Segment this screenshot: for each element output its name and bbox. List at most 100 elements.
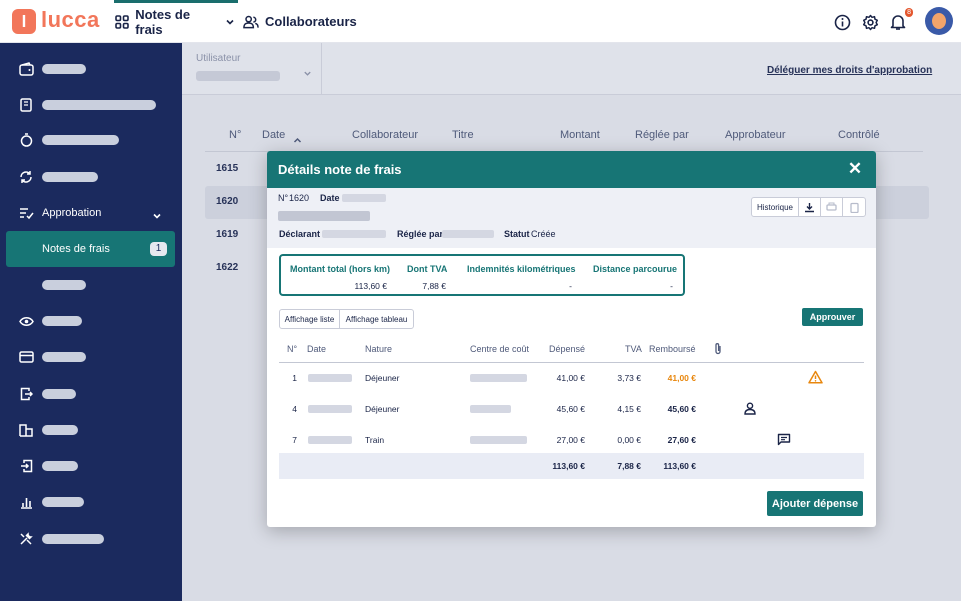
sidebar-placeholder: [42, 64, 86, 74]
sidebar-placeholder: [42, 280, 86, 290]
col-spent: Dépensé: [549, 344, 586, 354]
eye-icon: [18, 313, 34, 329]
sidebar-item-expense-notes[interactable]: Notes de frais 1: [6, 231, 175, 267]
sidebar-placeholder: [42, 100, 156, 110]
receipt-icon: [18, 97, 34, 113]
sidebar-placeholder: [42, 497, 84, 507]
expense-info-panel: N° 1620 Date Déclarant Réglée par Statut…: [267, 188, 876, 248]
notification-bell-icon[interactable]: 8: [887, 8, 913, 35]
user-filter-select[interactable]: [196, 71, 280, 81]
timer-icon: [18, 132, 34, 148]
declarant-label: Déclarant: [279, 229, 321, 239]
status-label: Statut: [504, 229, 530, 239]
download-icon[interactable]: [799, 198, 821, 216]
credit-card-icon: [18, 349, 34, 365]
date-placeholder: [342, 194, 386, 202]
clipboard-icon: [843, 198, 865, 216]
info-icon[interactable]: [831, 9, 853, 35]
sidebar-item-10[interactable]: [0, 453, 182, 479]
nav-employees[interactable]: Collaborateurs: [243, 0, 357, 43]
history-button[interactable]: Historique: [752, 198, 799, 216]
row-number: 7: [292, 435, 297, 445]
lucca-logo-icon[interactable]: l: [12, 9, 36, 34]
row-spent: 27,00 €: [556, 435, 585, 445]
sidebar-placeholder: [42, 352, 86, 362]
list-col-paid-by[interactable]: Réglée par: [635, 129, 689, 141]
sidebar-item-approval[interactable]: Approbation: [0, 200, 182, 226]
chevron-down-icon: [152, 208, 162, 226]
sidebar-item-7[interactable]: [0, 344, 182, 370]
col-date: Date: [307, 344, 327, 354]
sidebar-item-1[interactable]: [0, 56, 182, 82]
list-row-number[interactable]: 1615: [216, 163, 238, 174]
sidebar-item-approval-label: Approbation: [42, 207, 102, 219]
row-date-placeholder: [308, 436, 352, 444]
list-row-number[interactable]: 1620: [216, 196, 238, 207]
title-placeholder: [278, 211, 370, 221]
chevron-down-icon: [223, 14, 238, 30]
list-row-number[interactable]: 1622: [216, 262, 238, 273]
distance-value: -: [670, 281, 673, 291]
person-icon[interactable]: [744, 402, 756, 420]
sidebar-item-8[interactable]: [0, 381, 182, 407]
row-reimbursed: 27,60 €: [667, 435, 696, 445]
export-icon: [18, 386, 34, 402]
col-nature: Nature: [365, 344, 393, 354]
row-nature: Déjeuner: [365, 373, 400, 383]
list-col-amount[interactable]: Montant: [560, 129, 600, 141]
settings-gear-icon[interactable]: [859, 9, 881, 35]
sidebar-item-3[interactable]: [0, 127, 182, 153]
list-col-checked[interactable]: Contrôlé: [838, 129, 880, 141]
total-reimbursed: 113,60 €: [663, 461, 696, 471]
expense-number-value: 1620: [289, 193, 310, 203]
lucca-logo-text[interactable]: lucca: [41, 7, 100, 33]
row-vat: 3,73 €: [617, 373, 641, 383]
chevron-down-icon[interactable]: [303, 65, 312, 83]
header-actions: Historique: [751, 197, 866, 217]
list-col-date[interactable]: Date: [262, 129, 285, 141]
nav-expenses[interactable]: Notes de frais: [114, 0, 238, 43]
sidebar-placeholder: [42, 389, 76, 399]
user-filter-label: Utilisateur: [196, 53, 241, 64]
sort-up-icon[interactable]: [293, 131, 302, 149]
approve-button[interactable]: Approuver: [802, 308, 863, 326]
sidebar-item-6[interactable]: [0, 308, 182, 334]
view-toggle: Affichage liste Affichage tableau: [279, 309, 414, 329]
distance-label: Distance parcourue: [593, 264, 678, 274]
row-spent: 41,00 €: [556, 373, 585, 383]
list-col-title[interactable]: Titre: [452, 129, 474, 141]
sidebar-item-4[interactable]: [0, 164, 182, 190]
user-avatar[interactable]: [925, 7, 953, 35]
close-icon[interactable]: ✕: [846, 160, 864, 178]
date-label: Date: [320, 193, 340, 203]
delegate-rights-link[interactable]: Déléguer mes droits d'approbation: [767, 65, 932, 76]
warning-icon[interactable]: [808, 370, 823, 389]
expense-details-modal: Détails note de frais ✕ N° 1620 Date Déc…: [267, 151, 876, 527]
sidebar-item-2[interactable]: [0, 92, 182, 118]
row-cost-center-placeholder: [470, 405, 511, 413]
list-col-number[interactable]: N°: [229, 129, 241, 141]
list-row-number[interactable]: 1619: [216, 229, 238, 240]
list-col-approver[interactable]: Approbateur: [725, 129, 786, 141]
row-vat: 0,00 €: [617, 435, 641, 445]
view-list-button[interactable]: Affichage liste: [280, 310, 340, 328]
sidebar-item-9[interactable]: [0, 417, 182, 443]
sidebar-item-5[interactable]: [0, 272, 182, 298]
sidebar-item-12[interactable]: [0, 526, 182, 552]
filter-divider: [321, 43, 322, 95]
sidebar-placeholder: [42, 172, 98, 182]
sidebar-item-11[interactable]: [0, 489, 182, 515]
view-table-button[interactable]: Affichage tableau: [340, 310, 413, 328]
comment-icon[interactable]: [777, 433, 791, 451]
approval-list-icon: [18, 205, 34, 221]
refresh-icon: [18, 169, 34, 185]
nav-expenses-label: Notes de frais: [135, 6, 191, 37]
list-col-employee[interactable]: Collaborateur: [352, 129, 418, 141]
expense-number-label: N°: [278, 193, 289, 203]
row-vat: 4,15 €: [617, 404, 641, 414]
col-cost-center: Centre de coût: [470, 344, 530, 354]
add-expense-button[interactable]: Ajouter dépense: [767, 491, 863, 516]
total-spent: 113,60 €: [552, 461, 585, 471]
row-date-placeholder: [308, 405, 352, 413]
row-number: 1: [292, 373, 297, 383]
